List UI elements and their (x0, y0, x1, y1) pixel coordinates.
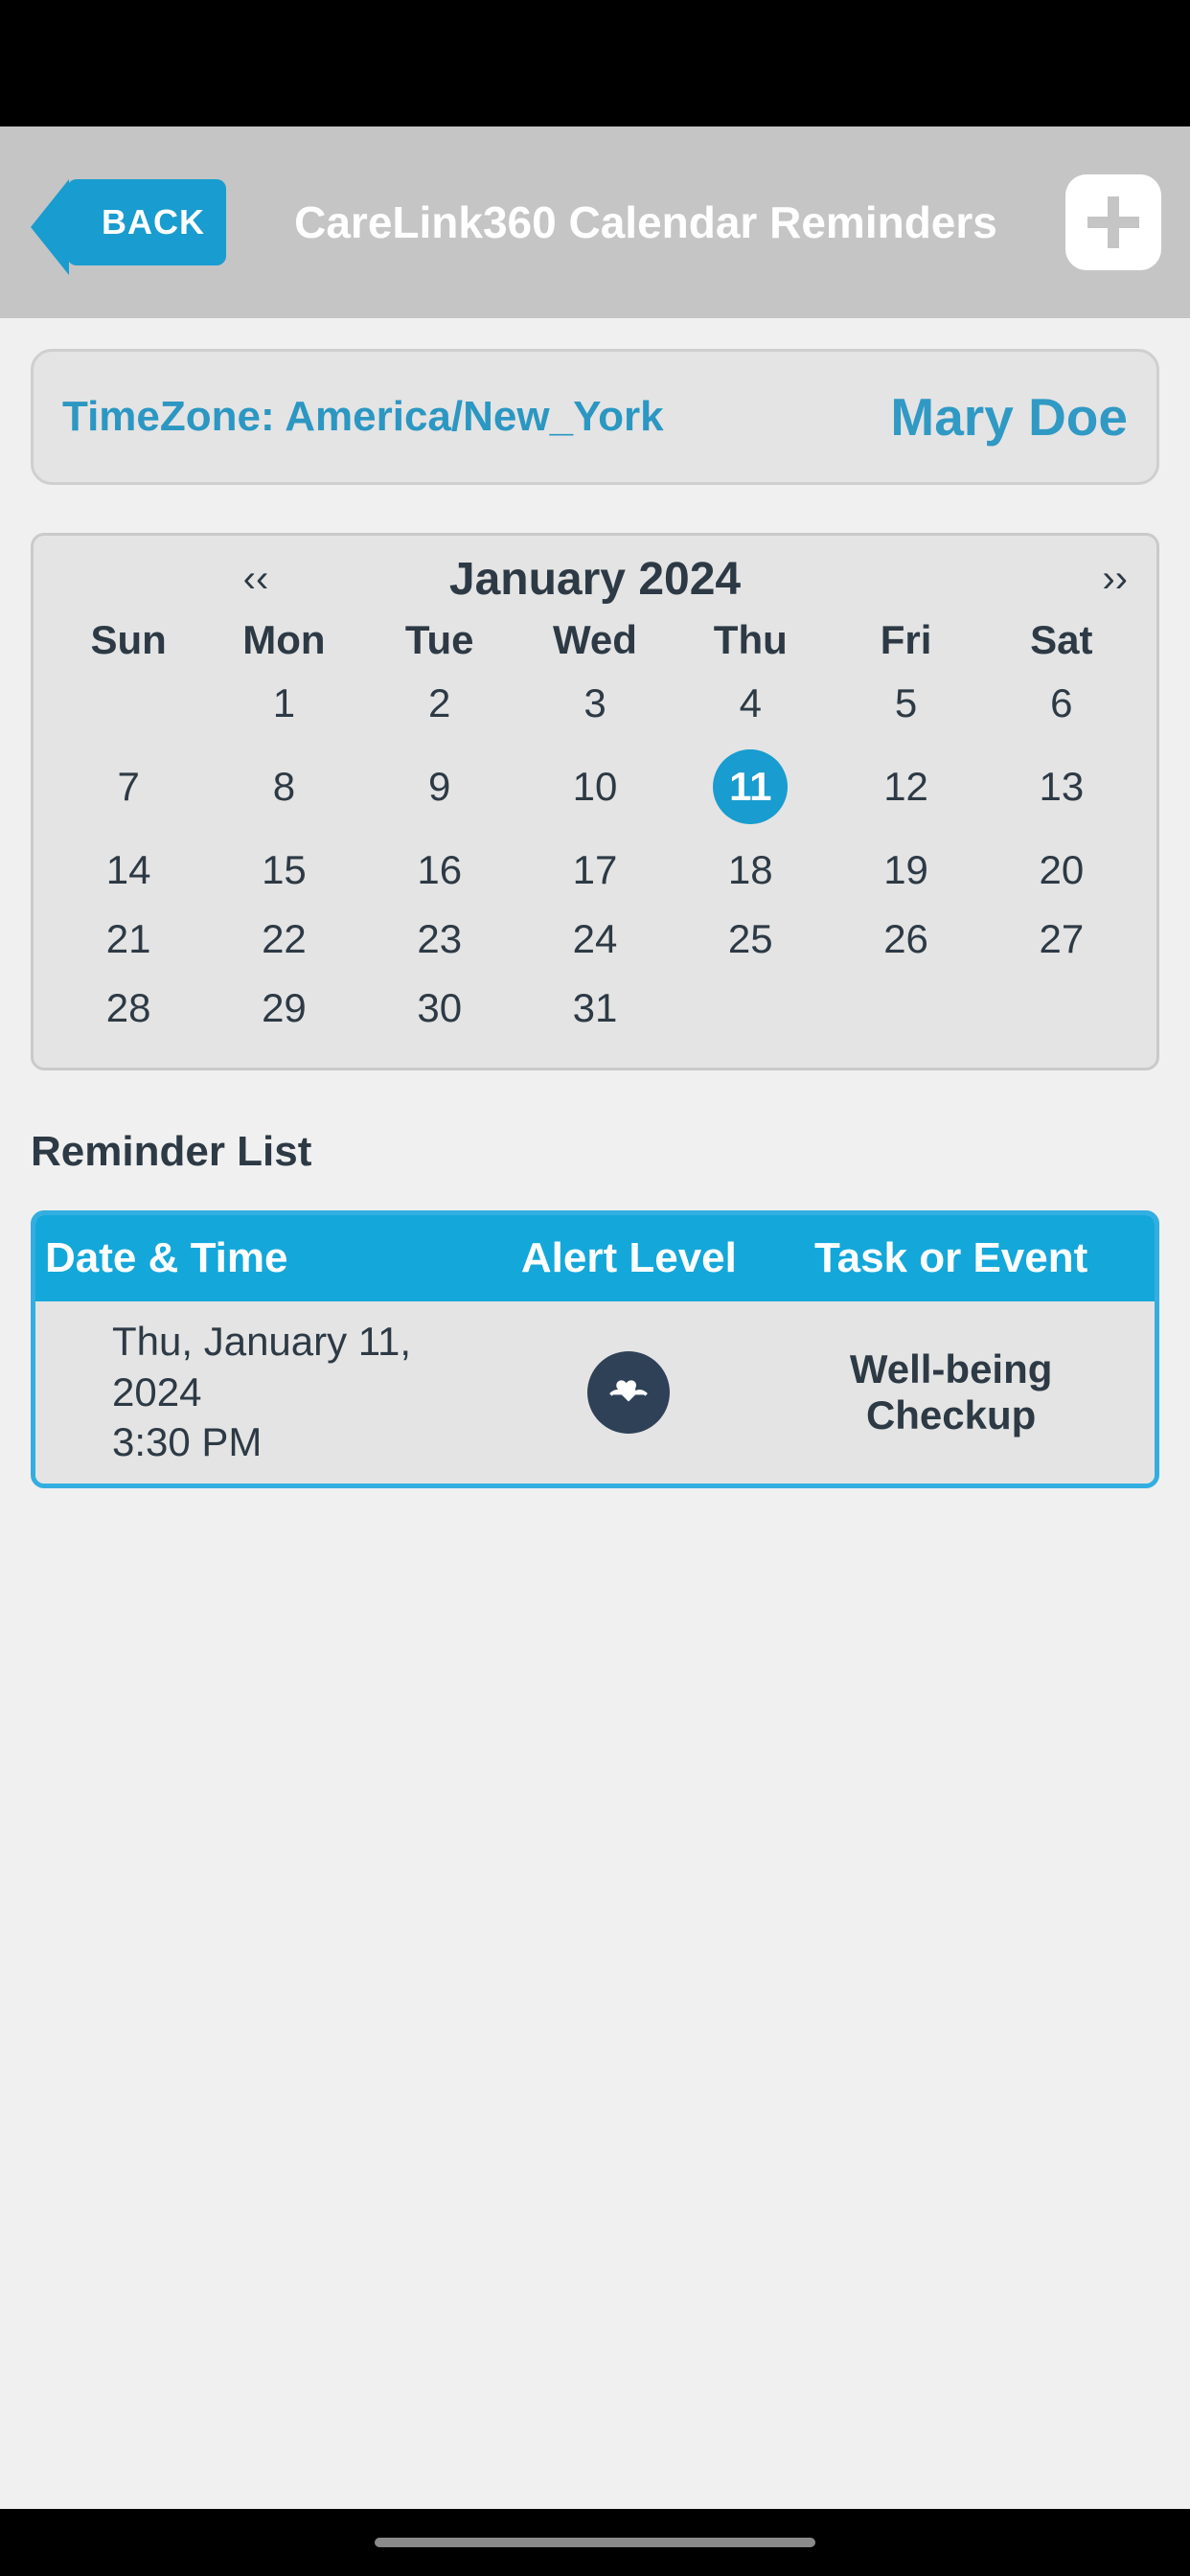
hands-heart-icon (587, 1351, 670, 1434)
col-alert: Alert Level (511, 1215, 748, 1301)
calendar-day[interactable]: 6 (984, 669, 1139, 738)
weekday-label: Fri (828, 611, 983, 669)
calendar-day[interactable]: 29 (206, 974, 361, 1043)
calendar-day[interactable]: 19 (828, 836, 983, 905)
calendar-day[interactable]: 9 (362, 738, 517, 836)
cell-task: Well-beingCheckup (747, 1301, 1155, 1484)
calendar-day[interactable]: 14 (51, 836, 206, 905)
calendar-day[interactable]: 16 (362, 836, 517, 905)
cell-datetime: Thu, January 11, 20243:30 PM (35, 1301, 511, 1484)
next-month-button[interactable]: ›› (741, 558, 1128, 601)
calendar-blank (51, 669, 206, 738)
home-indicator[interactable] (375, 2538, 815, 2547)
weekday-label: Mon (206, 611, 361, 669)
calendar-day[interactable]: 20 (984, 836, 1139, 905)
calendar-day[interactable]: 12 (828, 738, 983, 836)
calendar-day[interactable]: 25 (673, 905, 828, 974)
prev-month-button[interactable]: ‹‹ (62, 558, 449, 601)
calendar-month-label: January 2024 (449, 553, 741, 606)
calendar-day[interactable]: 1 (206, 669, 361, 738)
calendar-day[interactable]: 17 (517, 836, 673, 905)
calendar-day[interactable]: 21 (51, 905, 206, 974)
calendar-day[interactable]: 11 (673, 738, 828, 836)
calendar-weekday-row: SunMonTueWedThuFriSat (51, 611, 1139, 669)
add-reminder-button[interactable] (1065, 174, 1161, 270)
reminder-table: Date & Time Alert Level Task or Event Th… (31, 1210, 1159, 1488)
col-datetime: Date & Time (35, 1215, 511, 1301)
main-content: TimeZone: America/New_York Mary Doe ‹‹ J… (0, 318, 1190, 2509)
calendar-day[interactable]: 23 (362, 905, 517, 974)
weekday-label: Sat (984, 611, 1139, 669)
weekday-label: Thu (673, 611, 828, 669)
calendar-day[interactable]: 4 (673, 669, 828, 738)
calendar-day[interactable]: 13 (984, 738, 1139, 836)
table-row[interactable]: Thu, January 11, 20243:30 PM Well-beingCh… (35, 1301, 1155, 1484)
calendar-day[interactable]: 22 (206, 905, 361, 974)
calendar-day[interactable]: 7 (51, 738, 206, 836)
app-header: BACK CareLink360 Calendar Reminders (0, 126, 1190, 318)
calendar-day[interactable]: 8 (206, 738, 361, 836)
patient-name: Mary Doe (890, 386, 1128, 448)
calendar-day[interactable]: 26 (828, 905, 983, 974)
weekday-label: Tue (362, 611, 517, 669)
calendar-day[interactable]: 2 (362, 669, 517, 738)
calendar-day[interactable]: 18 (673, 836, 828, 905)
reminder-list-title: Reminder List (31, 1128, 1159, 1176)
calendar-day[interactable]: 24 (517, 905, 673, 974)
calendar-day[interactable]: 30 (362, 974, 517, 1043)
calendar-day[interactable]: 31 (517, 974, 673, 1043)
bottom-bar-area (0, 2509, 1190, 2576)
calendar-day[interactable]: 10 (517, 738, 673, 836)
calendar-day[interactable]: 27 (984, 905, 1139, 974)
page-title: CareLink360 Calendar Reminders (255, 196, 1037, 248)
calendar-widget: ‹‹ January 2024 ›› SunMonTueWedThuFriSat… (31, 533, 1159, 1070)
cell-alert (511, 1301, 748, 1484)
timezone-label: TimeZone: America/New_York (62, 393, 664, 441)
weekday-label: Sun (51, 611, 206, 669)
reminder-table-header: Date & Time Alert Level Task or Event (35, 1215, 1155, 1301)
back-button[interactable]: BACK (67, 179, 226, 265)
status-bar-area (0, 0, 1190, 126)
col-task: Task or Event (747, 1215, 1155, 1301)
calendar-day[interactable]: 3 (517, 669, 673, 738)
calendar-day[interactable]: 28 (51, 974, 206, 1043)
calendar-day[interactable]: 15 (206, 836, 361, 905)
info-card: TimeZone: America/New_York Mary Doe (31, 349, 1159, 485)
calendar-days-grid: 1234567891011121314151617181920212223242… (51, 669, 1139, 1043)
calendar-day[interactable]: 5 (828, 669, 983, 738)
plus-icon (1079, 188, 1148, 257)
weekday-label: Wed (517, 611, 673, 669)
